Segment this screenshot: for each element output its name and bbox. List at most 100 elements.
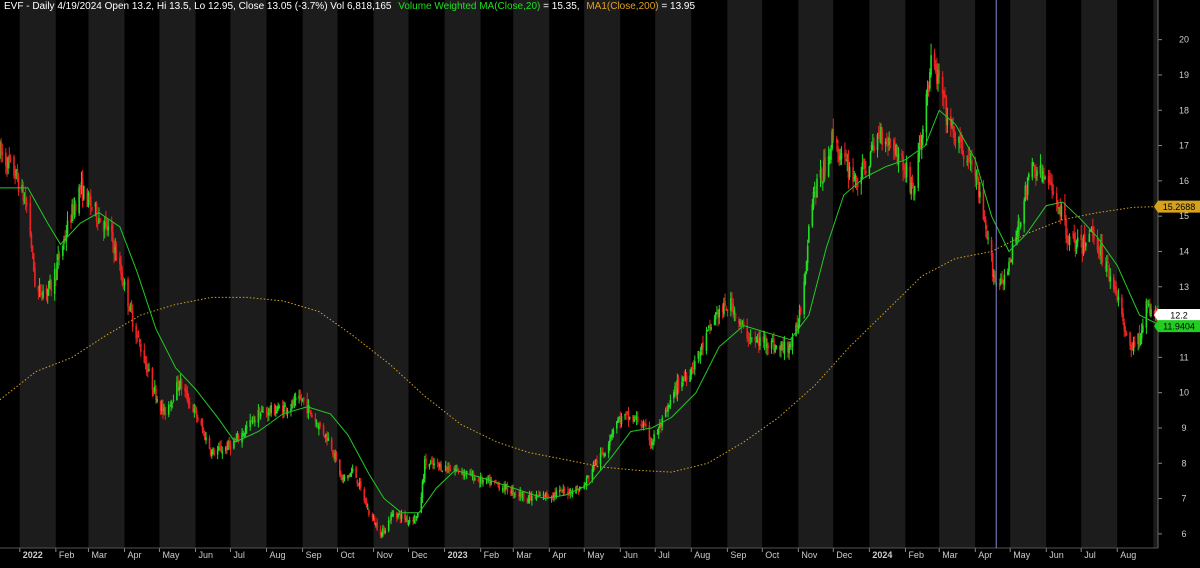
candle-body: [315, 422, 318, 424]
candle-body: [349, 473, 352, 477]
x-tick-label: Mar: [91, 550, 107, 560]
candle-body: [648, 425, 651, 441]
header-ma-value: = 13.95: [658, 1, 696, 12]
candle-body: [627, 411, 630, 421]
x-tick-label: Jun: [199, 550, 214, 560]
last-price-box: 12.2: [1154, 309, 1200, 322]
month-band: [55, 0, 89, 548]
candle-body: [954, 139, 957, 141]
y-tick-label: 20: [1179, 35, 1189, 45]
candle-body: [555, 491, 558, 497]
candle-body: [164, 407, 167, 416]
candle-body: [775, 345, 778, 349]
candle-body: [689, 375, 691, 382]
candle-body: [343, 476, 346, 479]
month-band: [584, 0, 621, 548]
price-chart[interactable]: 678910111213141516171819202022FebMarAprM…: [0, 0, 1200, 568]
candle-body: [350, 471, 353, 473]
candle-body: [653, 434, 655, 442]
chart-header: EVF - Daily 4/19/2024 Open 13.2, Hi 13.5…: [4, 1, 695, 13]
candle-body: [865, 170, 867, 174]
candle-body: [1007, 271, 1009, 275]
month-band: [159, 0, 196, 548]
candle-body: [220, 445, 222, 453]
candle-body: [368, 509, 370, 516]
candle-body: [1133, 341, 1136, 347]
candle-body: [95, 203, 98, 222]
candle-body: [455, 468, 458, 470]
candle-body: [56, 262, 58, 280]
candle-body: [262, 411, 264, 413]
candle-body: [398, 513, 400, 515]
candle-body: [1041, 171, 1044, 182]
candle-body: [913, 186, 916, 194]
candle-body: [607, 443, 610, 453]
candle-body: [74, 203, 77, 212]
candle-body: [816, 178, 818, 198]
month-band: [833, 0, 870, 548]
candle-body: [1101, 243, 1103, 263]
candle-body: [99, 218, 101, 223]
candle-body: [389, 521, 391, 523]
candle-body: [1105, 261, 1108, 272]
x-tick-label: Oct: [341, 550, 356, 560]
candle-body: [1036, 170, 1038, 176]
candle-body: [1123, 322, 1126, 330]
candle-body: [812, 192, 815, 208]
candle-body: [171, 402, 174, 404]
candle-body: [863, 159, 866, 169]
month-band: [266, 0, 303, 548]
candle-body: [539, 494, 541, 496]
candle-body: [649, 441, 652, 444]
candle-body: [681, 382, 683, 388]
candle-body: [724, 301, 726, 306]
x-tick-label: Feb: [484, 550, 500, 560]
candle-body: [278, 407, 281, 409]
candle-body: [1080, 234, 1082, 240]
candle-body: [140, 343, 142, 352]
x-tick-label: Sep: [306, 550, 322, 560]
candle-body: [456, 467, 459, 469]
candle-body: [953, 132, 956, 144]
candle-body: [1019, 222, 1022, 227]
x-tick-label: Nov: [801, 550, 818, 560]
x-tick-label: Feb: [908, 550, 924, 560]
candle-body: [355, 467, 357, 479]
candle-body: [58, 253, 61, 259]
x-tick-label: Mar: [516, 550, 532, 560]
candle-body: [617, 418, 619, 424]
candle-body: [652, 441, 654, 445]
x-tick-label: Sep: [730, 550, 746, 560]
candle-body: [803, 281, 805, 315]
x-tick-label: Nov: [377, 550, 394, 560]
candle-body: [62, 246, 64, 256]
candle-body: [270, 405, 272, 414]
candle-body: [840, 153, 843, 159]
x-tick-label: May: [587, 550, 605, 560]
candle-body: [307, 405, 310, 414]
candle-body: [830, 149, 832, 160]
candle-body: [911, 181, 914, 188]
candle-body: [472, 472, 475, 482]
candle-body: [330, 438, 333, 450]
candle-body: [970, 159, 973, 166]
month-band: [727, 0, 763, 548]
candle-body: [311, 415, 313, 418]
month-band: [549, 0, 585, 548]
candle-body: [713, 319, 716, 325]
candle-body: [119, 257, 121, 265]
x-tick-label: May: [162, 550, 180, 560]
candle-body: [50, 281, 53, 292]
x-tick-label: Apr: [552, 550, 566, 560]
month-band: [691, 0, 728, 548]
candle-body: [624, 414, 626, 416]
x-tick-label: Feb: [59, 550, 75, 560]
candle-body: [1107, 261, 1109, 263]
candle-body: [341, 474, 343, 481]
candle-body: [1032, 162, 1035, 164]
vwma-last-box-label: 11.9404: [1163, 322, 1195, 332]
month-band: [939, 0, 976, 548]
candle-body: [39, 284, 42, 296]
x-tick-label: May: [1013, 550, 1031, 560]
candle-body: [91, 207, 93, 209]
